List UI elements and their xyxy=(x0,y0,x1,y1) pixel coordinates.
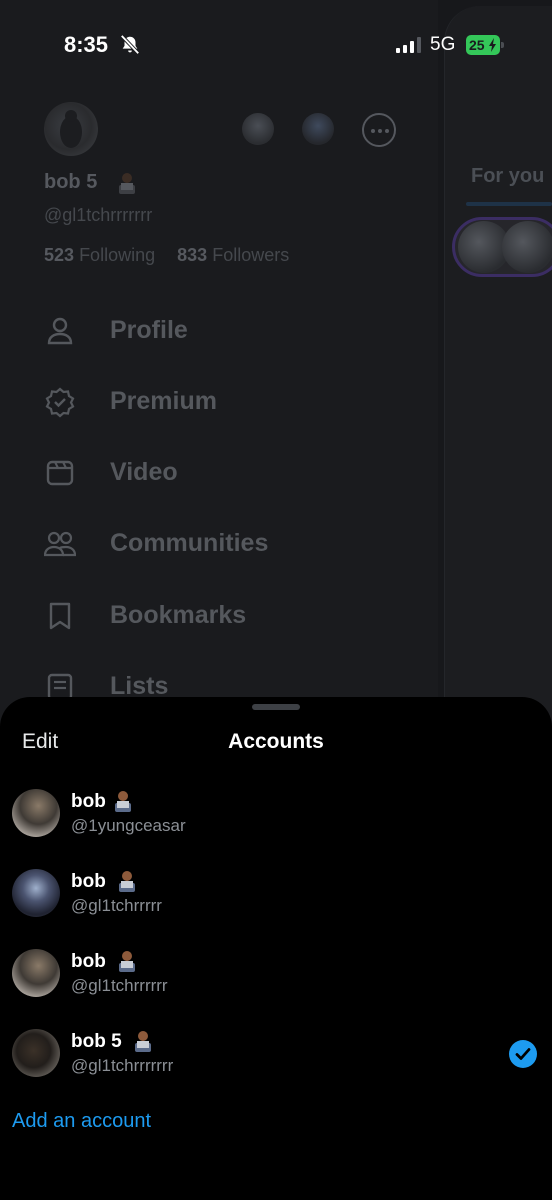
nav-item-communities[interactable]: Communities xyxy=(44,524,404,564)
technologist-emoji-icon xyxy=(115,791,131,812)
sheet-title: Accounts xyxy=(228,730,324,753)
account-name: bob xyxy=(71,791,106,812)
account-handle: @gl1tchrrrrrrr xyxy=(71,1056,174,1075)
network-type: 5G xyxy=(430,34,456,55)
edit-button[interactable]: Edit xyxy=(22,730,58,754)
nav-label: Video xyxy=(110,458,178,486)
nav-item-video[interactable]: Video xyxy=(44,453,404,493)
avatar xyxy=(12,789,60,837)
bell-off-icon xyxy=(120,34,140,55)
nav-label: Profile xyxy=(110,316,188,344)
followers-count[interactable]: 833 xyxy=(177,245,207,265)
avatar[interactable] xyxy=(44,102,98,156)
nav-label: Premium xyxy=(110,387,217,415)
technologist-emoji-icon xyxy=(135,1031,151,1052)
drawer-display-name: bob 5 xyxy=(44,171,98,193)
account-row[interactable]: bob @1yungceasar xyxy=(0,777,552,849)
accounts-sheet: Accounts Edit bob @1yungceasar bob @gl1t… xyxy=(0,697,552,1200)
nav-item-profile[interactable]: Profile xyxy=(44,311,404,351)
nav-label: Communities xyxy=(110,529,269,557)
switch-account-avatar[interactable] xyxy=(242,113,274,145)
account-row[interactable]: bob @gl1tchrrrrrr xyxy=(0,937,552,1009)
account-handle: @1yungceasar xyxy=(71,816,186,835)
technologist-emoji-icon xyxy=(119,951,135,972)
sheet-grabber[interactable] xyxy=(252,704,300,710)
battery-level: 25 xyxy=(469,37,485,53)
account-row-selected[interactable]: bob 5 @gl1tchrrrrrrr xyxy=(0,1017,552,1089)
technologist-emoji-icon xyxy=(119,173,135,194)
tab-active-indicator xyxy=(466,202,552,206)
account-handle: @gl1tchrrrrrr xyxy=(71,976,168,995)
video-icon xyxy=(46,460,74,486)
follow-stats: 523 Following 833 Followers xyxy=(44,245,289,266)
tab-for-you[interactable]: For you xyxy=(471,165,544,188)
avatar xyxy=(12,1029,60,1077)
avatar xyxy=(12,869,60,917)
following-count[interactable]: 523 xyxy=(44,245,74,265)
person-icon xyxy=(47,317,73,345)
signal-icon xyxy=(396,37,421,53)
checkmark-icon xyxy=(509,1040,537,1068)
account-name: bob xyxy=(71,951,106,972)
account-name: bob xyxy=(71,871,106,892)
spaces-avatar xyxy=(502,221,552,273)
more-accounts-icon[interactable] xyxy=(362,113,396,147)
followers-label[interactable]: Followers xyxy=(212,245,289,265)
nav-label: Bookmarks xyxy=(110,601,247,629)
battery-charging-icon: 25 xyxy=(466,35,504,55)
avatar xyxy=(12,949,60,997)
status-time: 8:35 xyxy=(64,32,109,57)
account-name: bob 5 xyxy=(71,1031,122,1052)
account-row[interactable]: bob @gl1tchrrrrr xyxy=(0,857,552,929)
account-handle: @gl1tchrrrrr xyxy=(71,896,162,915)
technologist-emoji-icon xyxy=(119,871,135,892)
nav-item-premium[interactable]: Premium xyxy=(44,382,404,422)
communities-icon xyxy=(44,531,76,557)
following-label[interactable]: Following xyxy=(79,245,155,265)
verified-badge-icon xyxy=(45,387,75,418)
nav-item-bookmarks[interactable]: Bookmarks xyxy=(44,596,404,636)
bookmark-icon xyxy=(49,602,71,630)
add-account-button[interactable]: Add an account xyxy=(12,1110,151,1133)
drawer-handle: @gl1tchrrrrrrr xyxy=(44,205,153,225)
switch-account-avatar[interactable] xyxy=(302,113,334,145)
